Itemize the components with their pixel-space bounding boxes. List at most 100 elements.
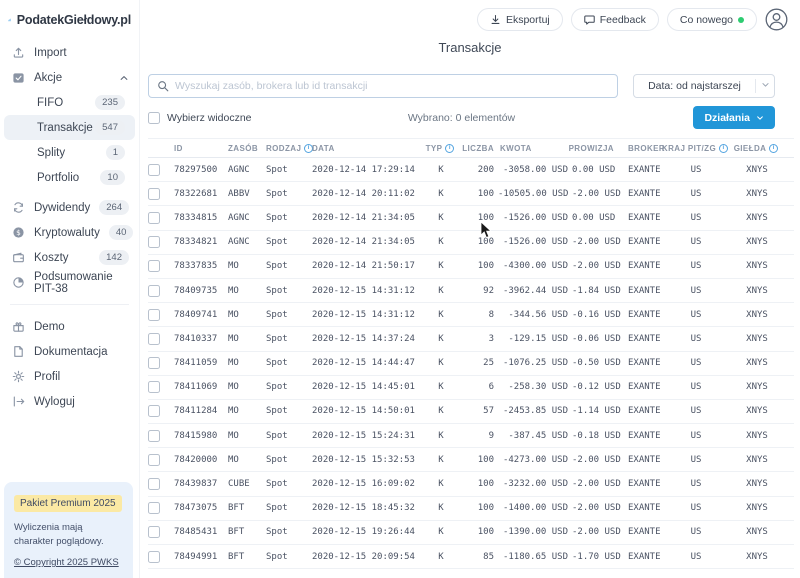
brand-logo[interactable]: PodatekGiełdowy.pl [0, 8, 139, 40]
cell-data: 2020-12-15 14:50:01 [310, 406, 426, 416]
cell-kwota: -258.30 USD [498, 382, 572, 392]
cell-data: 2020-12-15 15:24:31 [310, 431, 426, 441]
cell-typ: K [426, 261, 454, 271]
cell-broker: EXANTE [618, 189, 672, 199]
sort-dropdown[interactable]: Data: od najstarszej [633, 74, 775, 98]
sidebar-item-fifo[interactable]: FIFO 235 [4, 90, 135, 115]
sidebar-item-dywidendy[interactable]: Dywidendy 264 [0, 195, 139, 220]
whats-new-button[interactable]: Co nowego [667, 8, 757, 31]
row-checkbox[interactable] [148, 164, 160, 176]
sort-dropdown-value: Data: od najstarszej [634, 80, 755, 92]
table-row[interactable]: 78322681ABBVSpot2020-12-14 20:11:02K100-… [148, 182, 794, 206]
selection-row: Wybierz widoczne Wybrano: 0 elementów Dz… [148, 106, 775, 129]
sidebar-item-wyloguj[interactable]: Wyloguj [0, 389, 139, 414]
row-checkbox[interactable] [148, 430, 160, 442]
cell-prowizja: -1.70 USD [572, 552, 618, 562]
table-row[interactable]: 78409735MOSpot2020-12-15 14:31:12K92-396… [148, 279, 794, 303]
cell-kraj-pit-zg: US [672, 503, 718, 513]
table-row[interactable]: 78473075BFTSpot2020-12-15 18:45:32K100-1… [148, 497, 794, 521]
table-row[interactable]: 78439837CUBESpot2020-12-15 16:09:02K100-… [148, 472, 794, 496]
sidebar-item-label: Dywidendy [34, 202, 90, 214]
sidebar-item-label: Podsumowanie PIT-38 [34, 271, 129, 295]
cell-broker: EXANTE [618, 406, 672, 416]
cell-liczba: 9 [454, 431, 498, 441]
sidebar-item-label: Dokumentacja [34, 346, 129, 358]
cell-zasob: MO [226, 310, 264, 320]
cell-liczba: 92 [454, 286, 498, 296]
cell-kwota: -1180.65 USD [498, 552, 572, 562]
row-checkbox[interactable] [148, 502, 160, 514]
sidebar-item-kryptowaluty[interactable]: $ Kryptowaluty 40 [0, 220, 139, 245]
sidebar-item-profil[interactable]: Profil [0, 364, 139, 389]
row-checkbox[interactable] [148, 526, 160, 538]
cell-liczba: 3 [454, 334, 498, 344]
cell-rodzaj: Spot [264, 455, 310, 465]
table-row[interactable]: 78297500AGNCSpot2020-12-14 17:29:14K200-… [148, 158, 794, 182]
row-checkbox[interactable] [148, 309, 160, 321]
row-checkbox[interactable] [148, 478, 160, 490]
sidebar-item-label: Import [34, 47, 129, 59]
sidebar-item-portfolio[interactable]: Portfolio 10 [4, 165, 135, 190]
cell-kwota: -2453.85 USD [498, 406, 572, 416]
row-checkbox[interactable] [148, 405, 160, 417]
row-checkbox[interactable] [148, 188, 160, 200]
export-button[interactable]: Eksportuj [477, 8, 563, 31]
table-row[interactable]: 78420000MOSpot2020-12-15 15:32:53K100-42… [148, 448, 794, 472]
table-row[interactable]: 78485431BFTSpot2020-12-15 19:26:44K100-1… [148, 521, 794, 545]
feedback-button[interactable]: Feedback [571, 8, 659, 31]
table-row[interactable]: 78334821AGNCSpot2020-12-14 21:34:05K100-… [148, 231, 794, 255]
row-checkbox[interactable] [148, 285, 160, 297]
sidebar-item-akcje[interactable]: Akcje [0, 65, 139, 90]
row-checkbox[interactable] [148, 551, 160, 563]
cell-id: 78415980 [172, 431, 226, 441]
cell-broker: EXANTE [618, 552, 672, 562]
table-row[interactable]: 78411069MOSpot2020-12-15 14:45:01K6-258.… [148, 376, 794, 400]
table-row[interactable]: 78410337MOSpot2020-12-15 14:37:24K3-129.… [148, 327, 794, 351]
sidebar-item-transakcje[interactable]: Transakcje 547 [4, 115, 135, 140]
cell-typ: K [426, 503, 454, 513]
row-checkbox[interactable] [148, 333, 160, 345]
cell-rodzaj: Spot [264, 503, 310, 513]
table-row[interactable]: 78334815AGNCSpot2020-12-14 21:34:05K100-… [148, 206, 794, 230]
sidebar-item-import[interactable]: Import [0, 40, 139, 65]
table-row[interactable]: 78494991BFTSpot2020-12-15 20:09:54K85-11… [148, 545, 794, 569]
sidebar-item-koszty[interactable]: Koszty 142 [0, 245, 139, 270]
controls-row: Data: od najstarszej [148, 74, 775, 98]
search-input[interactable] [175, 80, 609, 92]
cell-data: 2020-12-15 20:09:54 [310, 552, 426, 562]
cell-gielda: XNYS [718, 552, 794, 562]
actions-label: Działania [704, 112, 750, 124]
cell-kraj-pit-zg: US [672, 286, 718, 296]
table-row[interactable]: 78415980MOSpot2020-12-15 15:24:31K9-387.… [148, 424, 794, 448]
copyright-link[interactable]: © Copyright 2025 PWKS [14, 557, 119, 568]
sidebar-item-dokumentacja[interactable]: Dokumentacja [0, 339, 139, 364]
actions-button[interactable]: Działania [693, 106, 775, 129]
cell-prowizja: -0.06 USD [572, 334, 618, 344]
sidebar-item-demo[interactable]: Demo [0, 314, 139, 339]
row-checkbox[interactable] [148, 454, 160, 466]
table-row[interactable]: 78337835MOSpot2020-12-14 21:50:17K100-43… [148, 255, 794, 279]
sidebar-item-label: Portfolio [37, 172, 100, 184]
cell-kwota: -1076.25 USD [498, 358, 572, 368]
cell-gielda: XNYS [718, 503, 794, 513]
cell-data: 2020-12-14 21:50:17 [310, 261, 426, 271]
info-icon[interactable]: i [769, 144, 778, 153]
sidebar-item-podsumowanie-pit38[interactable]: Podsumowanie PIT-38 [0, 270, 139, 295]
table-row[interactable]: 78411059MOSpot2020-12-15 14:44:47K25-107… [148, 352, 794, 376]
user-avatar-icon[interactable] [765, 8, 788, 31]
cell-kraj-pit-zg: US [672, 237, 718, 247]
row-checkbox[interactable] [148, 381, 160, 393]
sidebar-divider [10, 304, 129, 305]
row-checkbox[interactable] [148, 212, 160, 224]
row-checkbox[interactable] [148, 357, 160, 369]
table-row[interactable]: 78409741MOSpot2020-12-15 14:31:12K8-344.… [148, 303, 794, 327]
cell-id: 78420000 [172, 455, 226, 465]
row-checkbox[interactable] [148, 236, 160, 248]
cell-id: 78322681 [172, 189, 226, 199]
chevron-up-icon [119, 73, 129, 83]
cell-prowizja: -2.00 USD [572, 237, 618, 247]
row-checkbox[interactable] [148, 260, 160, 272]
sidebar-item-splity[interactable]: Splity 1 [4, 140, 135, 165]
column-header-typ: TYPi [426, 144, 454, 153]
table-row[interactable]: 78411284MOSpot2020-12-15 14:50:01K57-245… [148, 400, 794, 424]
